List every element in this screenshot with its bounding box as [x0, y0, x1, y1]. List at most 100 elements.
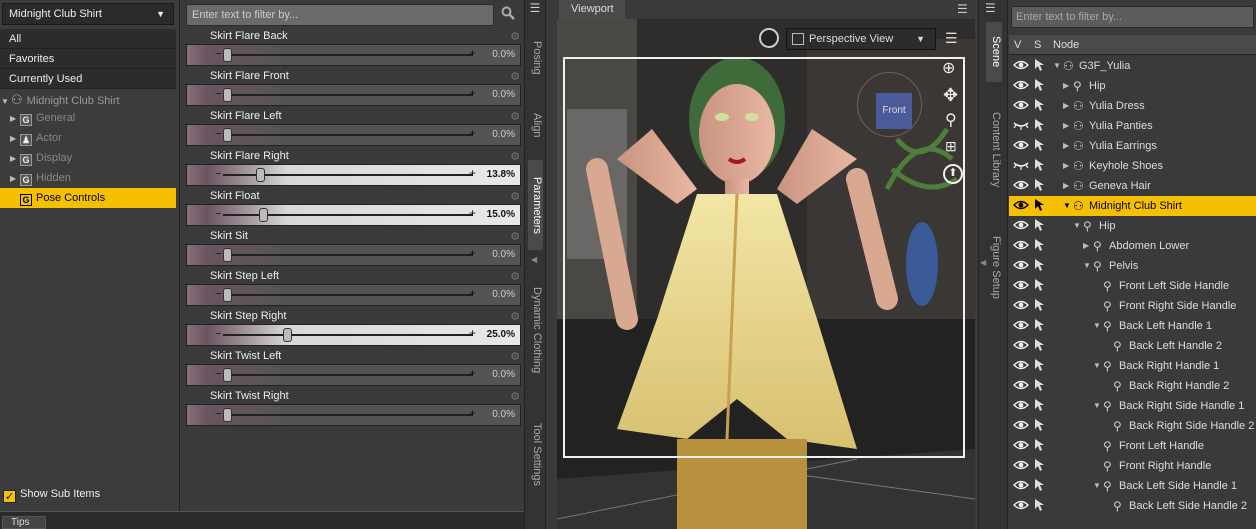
collapse-arrow-icon[interactable]: ◀ — [531, 255, 537, 264]
slider-value[interactable]: 0.0% — [492, 289, 515, 300]
expand-down-icon[interactable]: ▼ — [1083, 261, 1091, 270]
gear-icon[interactable]: ⚙ — [510, 70, 520, 83]
slider-value[interactable]: 0.0% — [492, 129, 515, 140]
scene-node-row[interactable]: ▶ ⚇ Yulia Panties — [1009, 116, 1256, 136]
reset-view-icon[interactable]: ⬆ — [943, 164, 963, 184]
scene-node-row[interactable]: ▼ ⚲ Hip — [1009, 216, 1256, 236]
tab-tool-settings[interactable]: Tool Settings — [528, 404, 543, 504]
slider-handle[interactable] — [223, 48, 232, 62]
eye-icon[interactable] — [1013, 379, 1029, 391]
plus-icon[interactable]: + — [469, 326, 476, 340]
panel-menu-icon[interactable]: ☰ — [957, 2, 968, 16]
eye-icon[interactable] — [1013, 359, 1029, 371]
minus-icon[interactable]: − — [215, 248, 221, 260]
tab-viewport[interactable]: Viewport — [559, 0, 625, 19]
minus-icon[interactable]: − — [215, 368, 221, 380]
search-icon[interactable] — [497, 4, 519, 26]
minus-icon[interactable]: − — [215, 408, 221, 420]
category-item[interactable]: Currently Used — [0, 69, 176, 89]
expand-down-icon[interactable]: ▼ — [1073, 221, 1081, 230]
plus-icon[interactable]: + — [469, 406, 476, 420]
tab-align[interactable]: Align — [528, 100, 543, 150]
tab-parameters[interactable]: Parameters — [528, 160, 543, 250]
eye-icon[interactable] — [1013, 279, 1029, 291]
selectable-cursor-icon[interactable] — [1033, 358, 1047, 372]
slider-value[interactable]: 0.0% — [492, 249, 515, 260]
eye-icon[interactable] — [1013, 339, 1029, 351]
expand-down-icon[interactable]: ▼ — [1093, 361, 1101, 370]
scene-filter-input[interactable]: Enter text to filter by... — [1011, 6, 1254, 28]
slider-handle[interactable] — [223, 368, 232, 382]
scene-node-row[interactable]: ▶ ⚇ Keyhole Shoes — [1009, 156, 1256, 176]
expand-right-icon[interactable]: ▶ — [10, 114, 20, 123]
eye-icon[interactable] — [1013, 319, 1029, 331]
selectable-cursor-icon[interactable] — [1033, 158, 1047, 172]
scene-node-row[interactable]: ▼ ⚲ Pelvis — [1009, 256, 1256, 276]
selectable-cursor-icon[interactable] — [1033, 418, 1047, 432]
scene-node-row[interactable]: ⚲ Front Left Handle — [1009, 436, 1256, 456]
slider-handle[interactable] — [223, 88, 232, 102]
slider-value[interactable]: 15.0% — [487, 209, 515, 220]
minus-icon[interactable]: − — [215, 288, 221, 300]
slider-value[interactable]: 13.8% — [487, 169, 515, 180]
slider-value[interactable]: 25.0% — [487, 329, 515, 340]
eye-icon[interactable] — [1013, 439, 1029, 451]
pan-icon[interactable]: ✥ — [943, 85, 958, 106]
plus-icon[interactable]: + — [469, 206, 476, 220]
selectable-cursor-icon[interactable] — [1033, 498, 1047, 512]
gear-icon[interactable]: ⚙ — [510, 190, 520, 203]
selectable-cursor-icon[interactable] — [1033, 178, 1047, 192]
gear-icon[interactable]: ⚙ — [510, 350, 520, 363]
minus-icon[interactable]: − — [215, 168, 221, 180]
gear-icon[interactable]: ⚙ — [510, 30, 520, 43]
minus-icon[interactable]: − — [215, 128, 221, 140]
minus-icon[interactable]: − — [215, 208, 221, 220]
expand-right-icon[interactable]: ▶ — [1083, 241, 1089, 250]
slider-value[interactable]: 0.0% — [492, 49, 515, 60]
eye-icon[interactable] — [1013, 179, 1029, 191]
expand-down-icon[interactable]: ▼ — [1063, 201, 1071, 210]
expand-right-icon[interactable]: ▶ — [1063, 81, 1069, 90]
expand-down-icon[interactable]: ▼ — [1093, 401, 1101, 410]
gear-icon[interactable]: ⚙ — [510, 270, 520, 283]
figure-select[interactable]: Midnight Club Shirt ▼ — [2, 3, 174, 25]
selectable-cursor-icon[interactable] — [1033, 198, 1047, 212]
tab-tips[interactable]: Tips — [2, 516, 46, 529]
panel-menu-icon[interactable]: ☰ — [985, 1, 996, 15]
slider-track[interactable]: − +0.0% — [186, 284, 521, 306]
scene-node-row[interactable]: ▼ ⚇ Midnight Club Shirt — [1009, 196, 1256, 216]
orbit-icon[interactable]: ⊕ — [942, 58, 955, 78]
minus-icon[interactable]: − — [215, 328, 221, 340]
eye-icon[interactable] — [1013, 479, 1029, 491]
parameter-slider[interactable]: Skirt Flare Back ⚙ − +0.0% — [186, 29, 521, 67]
eye-icon[interactable] — [1013, 219, 1029, 231]
eye-icon[interactable] — [1013, 99, 1029, 111]
scene-node-row[interactable]: ▼ ⚇ G3F_Yulia — [1009, 56, 1256, 76]
eye-closed-icon[interactable] — [1013, 159, 1029, 171]
tab-posing[interactable]: Posing — [528, 24, 543, 92]
selectable-cursor-icon[interactable] — [1033, 118, 1047, 132]
eye-icon[interactable] — [1013, 139, 1029, 151]
category-item[interactable]: All — [0, 29, 176, 49]
scene-node-row[interactable]: ▼ ⚲ Back Left Handle 1 — [1009, 316, 1256, 336]
slider-track[interactable]: − +25.0% — [186, 324, 521, 346]
scene-node-row[interactable]: ⚲ Back Left Handle 2 — [1009, 336, 1256, 356]
property-group-item[interactable]: G Pose Controls — [0, 188, 176, 208]
slider-handle[interactable] — [256, 168, 266, 182]
slider-value[interactable]: 0.0% — [492, 89, 515, 100]
column-visible[interactable]: V — [1014, 39, 1021, 51]
plus-icon[interactable]: + — [469, 86, 476, 100]
selectable-cursor-icon[interactable] — [1033, 378, 1047, 392]
expand-right-icon[interactable]: ▶ — [1063, 161, 1069, 170]
plus-icon[interactable]: + — [469, 46, 476, 60]
slider-handle[interactable] — [223, 128, 232, 142]
selectable-cursor-icon[interactable] — [1033, 478, 1047, 492]
slider-track[interactable]: − +0.0% — [186, 84, 521, 106]
plus-icon[interactable]: + — [469, 246, 476, 260]
eye-icon[interactable] — [1013, 299, 1029, 311]
zoom-icon[interactable]: ⚲ — [945, 110, 957, 130]
slider-track[interactable]: − +0.0% — [186, 44, 521, 66]
gear-icon[interactable]: ⚙ — [510, 110, 520, 123]
property-group-item[interactable]: ▶ G Display — [0, 148, 176, 168]
eye-icon[interactable] — [1013, 459, 1029, 471]
